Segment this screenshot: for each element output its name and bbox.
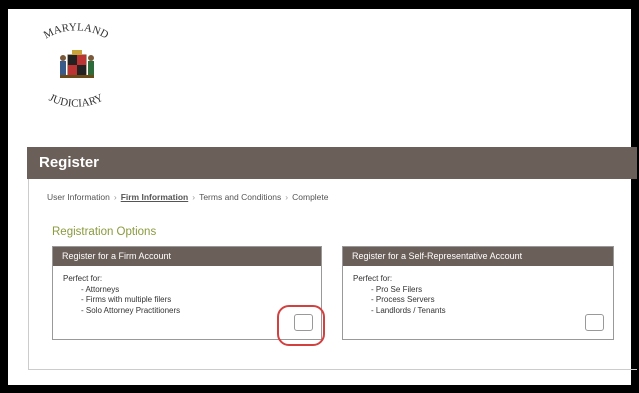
list-item: - Attorneys [81, 284, 120, 294]
breadcrumb: User Information › Firm Information › Terms … [47, 192, 329, 202]
step-terms-and-conditions[interactable]: Terms and Conditions [199, 192, 281, 202]
list-item: - Landlords / Tenants [371, 305, 446, 315]
perfect-for-label: Perfect for: [353, 274, 393, 283]
self-representative-checkbox[interactable] [585, 314, 604, 331]
maryland-judiciary-logo: MARYLAND JUDICIARY [42, 21, 111, 110]
list-item: - Pro Se Filers [371, 284, 423, 294]
breadcrumb-separator: › [113, 192, 117, 202]
breadcrumb-separator: › [285, 192, 289, 202]
step-user-information[interactable]: User Information [47, 192, 110, 202]
step-firm-information[interactable]: Firm Information [121, 192, 189, 202]
self-representative-card[interactable]: Register for a Self-Representative Accou… [342, 246, 614, 340]
card-title: Register for a Firm Account [53, 247, 321, 266]
logo-top-text: MARYLAND [42, 21, 111, 41]
logo-bottom-text: JUDICIARY [47, 92, 105, 110]
perfect-for-label: Perfect for: [63, 274, 103, 283]
list-item: - Firms with multiple filers [81, 295, 172, 304]
svg-text:JUDICIARY: JUDICIARY [47, 92, 105, 110]
list-item: - Process Servers [371, 295, 435, 304]
step-complete[interactable]: Complete [292, 192, 328, 202]
maryland-seal-icon [60, 50, 94, 78]
section-title: Registration Options [52, 226, 157, 238]
highlight-annotation [277, 305, 325, 346]
breadcrumb-separator: › [192, 192, 196, 202]
card-title: Register for a Self-Representative Accou… [343, 247, 613, 266]
register-header: Register [27, 147, 637, 179]
page-title: Register [39, 154, 100, 171]
svg-text:MARYLAND: MARYLAND [42, 21, 111, 41]
list-item: - Solo Attorney Practitioners [81, 305, 181, 315]
